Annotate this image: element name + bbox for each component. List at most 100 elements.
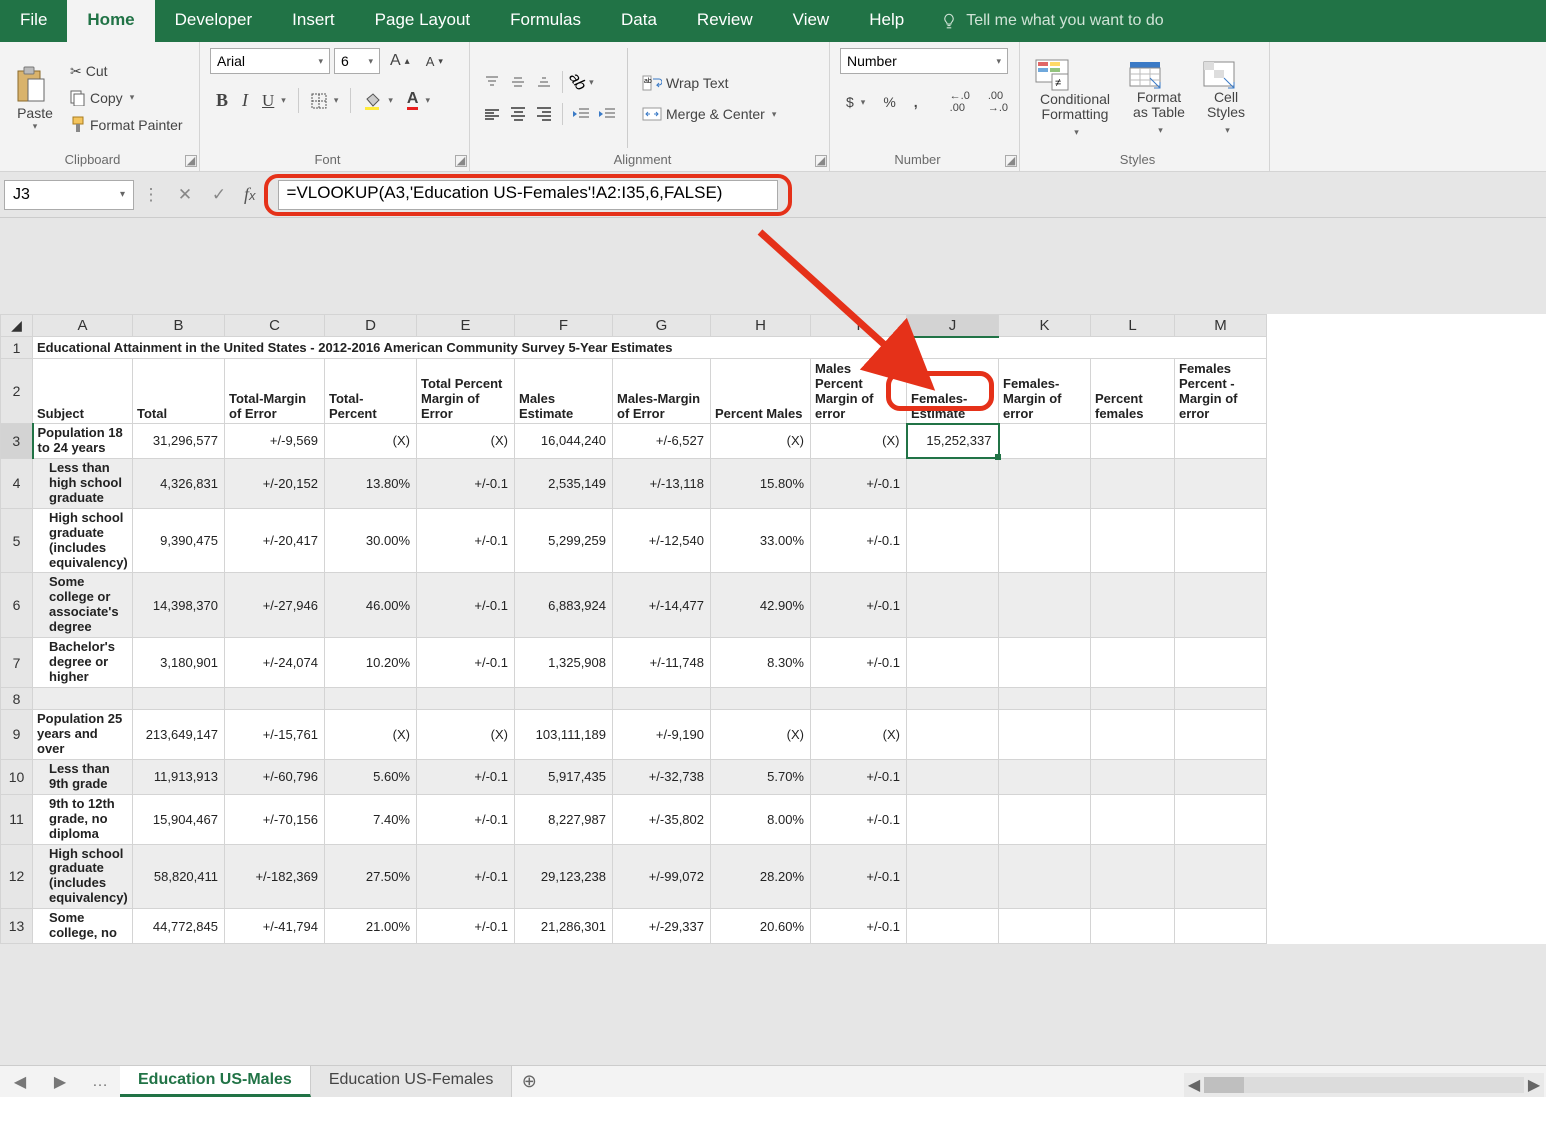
tell-me-search[interactable]: Tell me what you want to do (924, 0, 1179, 42)
row-header-10[interactable]: 10 (1, 759, 33, 794)
data-cell[interactable]: +/-27,946 (225, 573, 325, 638)
data-cell[interactable]: 46.00% (325, 573, 417, 638)
comma-format-button[interactable]: , (908, 92, 924, 112)
data-cell[interactable]: +/-9,190 (613, 710, 711, 760)
data-cell[interactable] (1175, 909, 1267, 944)
fx-icon[interactable]: fx (236, 184, 264, 205)
data-cell[interactable]: +/-0.1 (811, 573, 907, 638)
data-cell[interactable]: 13.80% (325, 458, 417, 508)
col-header-A[interactable]: A (33, 315, 133, 337)
data-cell[interactable] (907, 688, 999, 710)
data-cell[interactable]: 8,227,987 (515, 794, 613, 844)
header-cell[interactable]: Total Percent Margin of Error (417, 359, 515, 424)
subject-cell[interactable]: Population 18 to 24 years (33, 424, 133, 459)
data-cell[interactable]: 29,123,238 (515, 844, 613, 909)
col-header-C[interactable]: C (225, 315, 325, 337)
data-cell[interactable] (999, 508, 1091, 573)
data-cell[interactable] (1091, 688, 1175, 710)
data-cell[interactable]: +/-20,417 (225, 508, 325, 573)
data-cell[interactable]: 3,180,901 (133, 638, 225, 688)
decrease-decimal-button[interactable]: .00→.0 (982, 88, 1014, 116)
data-cell[interactable] (1175, 573, 1267, 638)
format-as-table-button[interactable]: Format as Table (1124, 58, 1194, 139)
subject-cell[interactable]: High school graduate (includes equivalen… (33, 844, 133, 909)
data-cell[interactable] (999, 794, 1091, 844)
row-header-11[interactable]: 11 (1, 794, 33, 844)
cut-button[interactable]: ✂Cut (64, 61, 189, 82)
data-cell[interactable] (1091, 458, 1175, 508)
header-cell[interactable]: Percent females (1091, 359, 1175, 424)
data-cell[interactable]: 20.60% (711, 909, 811, 944)
data-cell[interactable]: +/-0.1 (417, 844, 515, 909)
data-cell[interactable] (1091, 710, 1175, 760)
header-cell[interactable]: Total-Margin of Error (225, 359, 325, 424)
data-cell[interactable]: 4,326,831 (133, 458, 225, 508)
data-cell[interactable]: 58,820,411 (133, 844, 225, 909)
tab-view[interactable]: View (773, 0, 850, 42)
header-cell[interactable]: Subject (33, 359, 133, 424)
data-cell[interactable] (417, 688, 515, 710)
row-header-1[interactable]: 1 (1, 337, 33, 359)
subject-cell[interactable]: Some college, no (33, 909, 133, 944)
data-cell[interactable] (1091, 909, 1175, 944)
data-cell[interactable]: +/-6,527 (613, 424, 711, 459)
enter-formula-button[interactable]: ✓ (202, 185, 236, 205)
align-middle-button[interactable] (506, 71, 530, 93)
font-dialog-launcher[interactable]: ◢ (455, 155, 467, 167)
data-cell[interactable]: +/-0.1 (417, 759, 515, 794)
number-dialog-launcher[interactable]: ◢ (1005, 155, 1017, 167)
data-cell[interactable]: +/-0.1 (417, 909, 515, 944)
data-cell[interactable] (1175, 458, 1267, 508)
data-cell[interactable] (1091, 508, 1175, 573)
format-painter-button[interactable]: Format Painter (64, 114, 189, 136)
data-cell[interactable] (1175, 794, 1267, 844)
col-header-L[interactable]: L (1091, 315, 1175, 337)
data-cell[interactable]: 42.90% (711, 573, 811, 638)
row-header-4[interactable]: 4 (1, 458, 33, 508)
select-all-corner[interactable]: ◢ (1, 315, 33, 337)
data-cell[interactable]: +/-14,477 (613, 573, 711, 638)
data-cell[interactable]: 213,649,147 (133, 710, 225, 760)
data-cell[interactable]: 15.80% (711, 458, 811, 508)
data-cell[interactable] (907, 508, 999, 573)
wrap-text-button[interactable]: abWrap Text (636, 72, 782, 94)
tab-help[interactable]: Help (849, 0, 924, 42)
data-cell[interactable] (999, 638, 1091, 688)
col-header-H[interactable]: H (711, 315, 811, 337)
col-header-G[interactable]: G (613, 315, 711, 337)
name-box[interactable]: J3▾ (4, 180, 134, 210)
data-cell[interactable] (999, 424, 1091, 459)
underline-button[interactable]: U (256, 89, 292, 113)
data-cell[interactable]: 7.40% (325, 794, 417, 844)
conditional-formatting-button[interactable]: ≠Conditional Formatting (1030, 56, 1120, 141)
percent-format-button[interactable]: % (877, 92, 901, 112)
formula-bar-input[interactable]: =VLOOKUP(A3,'Education US-Females'!A2:I3… (278, 180, 778, 210)
row-header-3[interactable]: 3 (1, 424, 33, 459)
tab-home[interactable]: Home (67, 0, 154, 42)
data-cell[interactable]: (X) (711, 710, 811, 760)
subject-cell[interactable]: 9th to 12th grade, no diploma (33, 794, 133, 844)
tab-insert[interactable]: Insert (272, 0, 355, 42)
copy-button[interactable]: Copy (64, 88, 189, 108)
data-cell[interactable]: +/-41,794 (225, 909, 325, 944)
data-cell[interactable] (999, 909, 1091, 944)
data-cell[interactable]: 16,044,240 (515, 424, 613, 459)
decrease-font-button[interactable]: A▾ (420, 52, 449, 71)
row-header-9[interactable]: 9 (1, 710, 33, 760)
row-header-13[interactable]: 13 (1, 909, 33, 944)
header-cell[interactable]: Females-Margin of error (999, 359, 1091, 424)
data-cell[interactable] (1175, 710, 1267, 760)
data-cell[interactable]: +/-0.1 (417, 508, 515, 573)
clipboard-dialog-launcher[interactable]: ◢ (185, 155, 197, 167)
data-cell[interactable]: +/-9,569 (225, 424, 325, 459)
data-cell[interactable]: +/-182,369 (225, 844, 325, 909)
tab-file[interactable]: File (0, 0, 67, 42)
increase-font-button[interactable]: A▴ (384, 50, 416, 72)
align-bottom-button[interactable] (532, 71, 556, 93)
data-cell[interactable]: +/-0.1 (811, 458, 907, 508)
data-cell[interactable]: 8.30% (711, 638, 811, 688)
data-cell[interactable]: 5,299,259 (515, 508, 613, 573)
data-cell[interactable]: 1,325,908 (515, 638, 613, 688)
header-cell[interactable]: Males Percent Margin of error (811, 359, 907, 424)
data-cell[interactable]: 9,390,475 (133, 508, 225, 573)
